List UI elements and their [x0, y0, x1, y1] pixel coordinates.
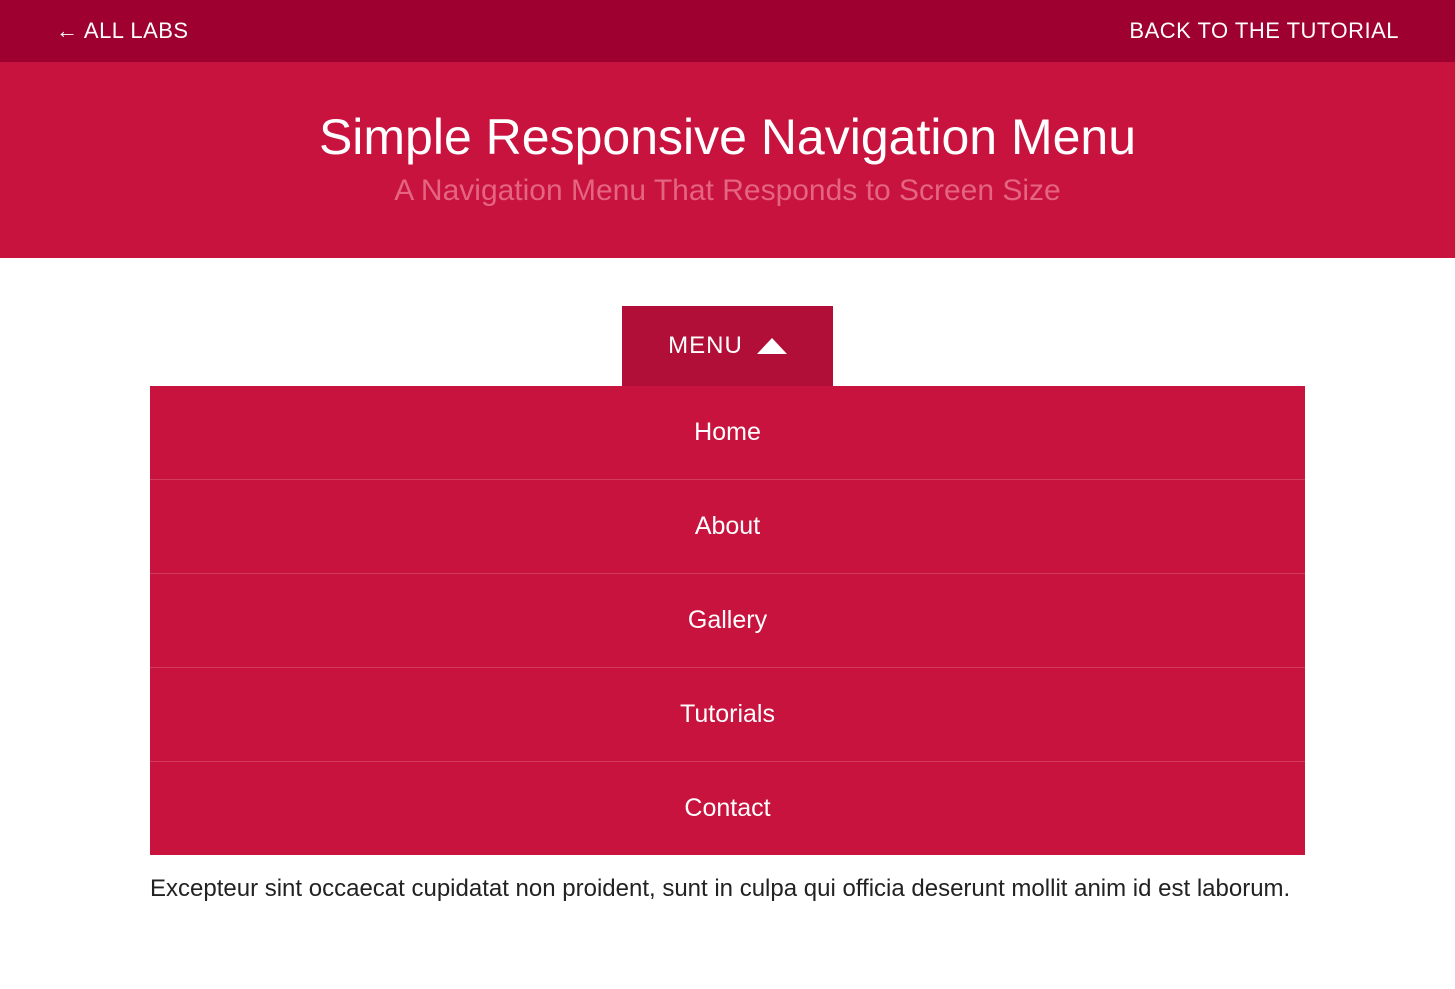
page-title: Simple Responsive Navigation Menu	[20, 108, 1435, 166]
nav-link-gallery[interactable]: Gallery	[150, 574, 1305, 667]
nav-link-home[interactable]: Home	[150, 386, 1305, 479]
nav-link-about[interactable]: About	[150, 480, 1305, 573]
menu-toggle-button[interactable]: MENU	[622, 306, 833, 386]
menu-toggle-label: MENU	[668, 332, 743, 360]
nav-link-contact[interactable]: Contact	[150, 762, 1305, 855]
nav-item-gallery: Gallery	[150, 573, 1305, 667]
chevron-up-icon	[757, 338, 787, 354]
page-subtitle: A Navigation Menu That Responds to Scree…	[20, 174, 1435, 208]
nav-item-contact: Contact	[150, 761, 1305, 855]
all-labs-link[interactable]: ← ALL LABS	[56, 18, 189, 44]
back-to-tutorial-link[interactable]: BACK TO THE TUTORIAL	[1129, 18, 1399, 44]
top-bar: ← ALL LABS BACK TO THE TUTORIAL	[0, 0, 1455, 62]
nav-item-tutorials: Tutorials	[150, 667, 1305, 761]
nav-link-tutorials[interactable]: Tutorials	[150, 668, 1305, 761]
nav-list: Home About Gallery Tutorials Contact	[150, 386, 1305, 855]
nav-item-about: About	[150, 479, 1305, 573]
hero-banner: Simple Responsive Navigation Menu A Navi…	[0, 62, 1455, 258]
body-paragraph: Excepteur sint occaecat cupidatat non pr…	[150, 875, 1305, 903]
nav-item-home: Home	[150, 386, 1305, 479]
menu-wrapper: MENU Home About Gallery Tutorials Contac…	[110, 306, 1345, 855]
